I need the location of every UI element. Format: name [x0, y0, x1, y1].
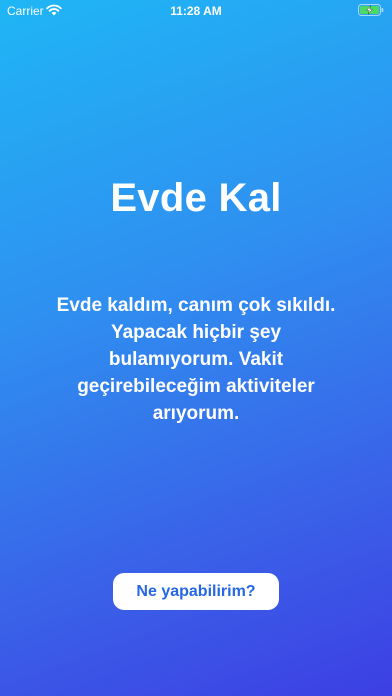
app-screen: Carrier 11:28 AM Evde Kal Evde kaldım, c…	[0, 0, 392, 696]
page-title: Evde Kal	[110, 176, 282, 220]
status-time: 11:28 AM	[170, 4, 222, 18]
status-bar: Carrier 11:28 AM	[0, 0, 392, 22]
what-can-i-do-button[interactable]: Ne yapabilirim?	[113, 573, 279, 610]
battery-charging-icon	[358, 4, 384, 16]
description-text: Evde kaldım, canım çok sıkıldı. Yapacak …	[56, 295, 336, 424]
